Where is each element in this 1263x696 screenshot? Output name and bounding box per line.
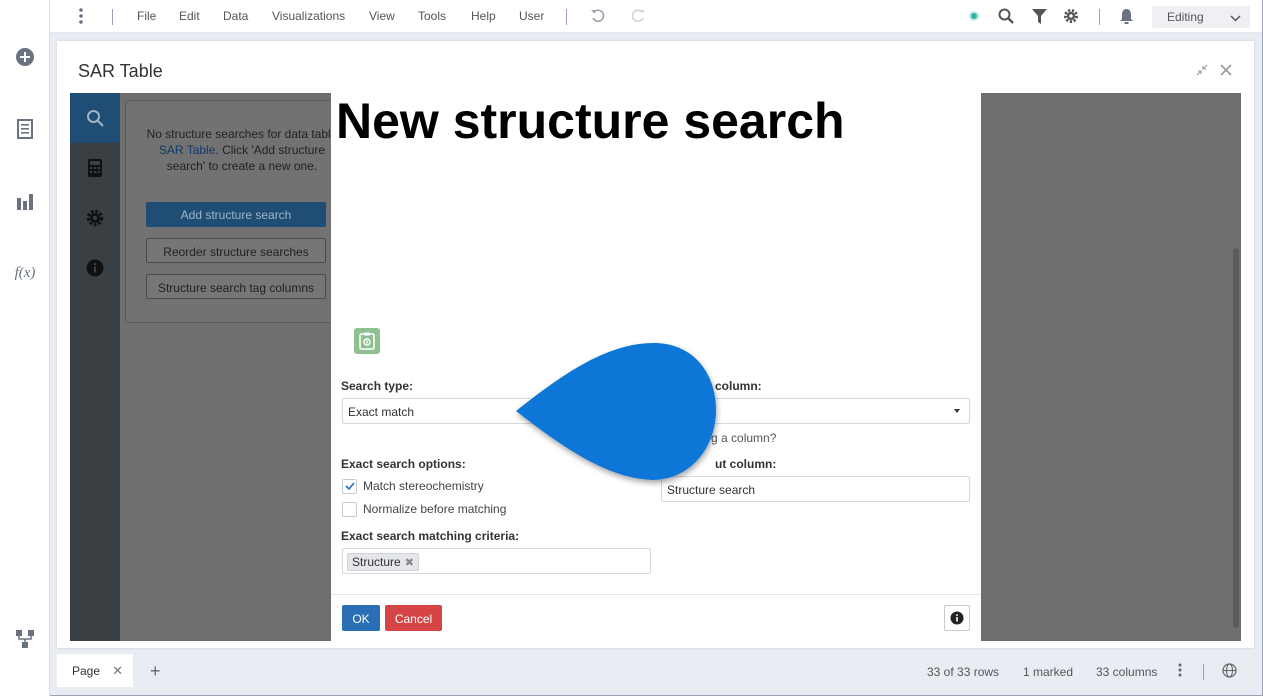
data-table-icon[interactable] [13, 117, 37, 141]
criteria-tag-label: Structure [352, 555, 401, 569]
status-bar: Page ✕ + 33 of 33 rows 1 marked 33 colum… [50, 654, 1262, 695]
paste-structure-button[interactable] [354, 328, 380, 354]
normalize-checkbox[interactable]: Normalize before matching [342, 500, 506, 518]
status-indicator-icon [966, 8, 982, 24]
chevron-down-icon [1230, 11, 1241, 25]
cancel-button[interactable]: Cancel [385, 605, 442, 631]
output-column-label: ut column: [715, 457, 777, 471]
menu-tools[interactable]: Tools [418, 9, 446, 23]
criteria-tag: Structure ✖ [347, 553, 419, 571]
tab-page[interactable]: Page ✕ [57, 654, 133, 687]
kebab-menu-icon[interactable] [73, 8, 89, 24]
filter-icon[interactable] [1031, 8, 1047, 24]
tag-columns-button[interactable]: Structure search tag columns [146, 274, 326, 299]
undo-icon[interactable] [590, 8, 606, 24]
divider [1099, 9, 1100, 25]
ok-button[interactable]: OK [342, 605, 380, 631]
panel-title: SAR Table [78, 61, 163, 81]
info-icon [950, 611, 964, 625]
menu-help[interactable]: Help [471, 9, 496, 23]
criteria-tag-input[interactable]: Structure ✖ [342, 548, 651, 574]
clipboard-icon [359, 332, 375, 350]
checkbox-checked-icon [342, 478, 357, 494]
row-count: 33 of 33 rows [927, 665, 1000, 679]
scrollbar-thumb[interactable] [1233, 248, 1239, 628]
menu-visualizations[interactable]: Visualizations [272, 9, 345, 23]
message-text: No structure searches for data table [146, 127, 338, 141]
structure-column-label: column: [715, 379, 762, 393]
globe-icon[interactable] [1222, 663, 1237, 681]
function-icon[interactable]: f(x) [13, 261, 37, 285]
search-type-value: Exact match [348, 405, 415, 419]
marked-count: 1 marked [1023, 665, 1074, 679]
add-circle-icon[interactable] [13, 45, 37, 69]
match-stereo-label: Match stereochemistry [363, 479, 484, 493]
menu-data[interactable]: Data [223, 9, 248, 23]
dialog-footer-divider [331, 594, 981, 595]
scrollbar[interactable] [1232, 93, 1241, 641]
data-table-link[interactable]: SAR Table [159, 143, 215, 157]
mode-dropdown[interactable]: Editing [1152, 6, 1250, 28]
mode-label: Editing [1167, 10, 1204, 24]
info-button[interactable] [944, 605, 970, 631]
caret-down-icon [954, 409, 960, 413]
dialog-title: New structure search [336, 93, 845, 149]
left-rail: f(x) [0, 0, 50, 696]
add-page-icon[interactable]: + [150, 661, 161, 682]
add-structure-search-button[interactable]: Add structure search [146, 202, 326, 227]
close-tab-icon[interactable]: ✕ [112, 663, 123, 679]
bar-chart-icon[interactable] [13, 189, 37, 213]
empty-message: No structure searches for data table SAR… [142, 126, 342, 174]
divider [112, 9, 113, 25]
menu-view[interactable]: View [369, 9, 395, 23]
column-count: 33 columns [1096, 665, 1158, 679]
exact-options-label: Exact search options: [341, 457, 466, 471]
tab-calculator[interactable] [70, 143, 120, 193]
side-tabs [70, 93, 120, 641]
redo-icon[interactable] [630, 8, 646, 24]
tab-search[interactable] [70, 93, 120, 143]
menu-edit[interactable]: Edit [179, 9, 200, 23]
normalize-label: Normalize before matching [363, 502, 507, 516]
reorder-searches-button[interactable]: Reorder structure searches [146, 238, 326, 263]
page-tab-label: Page [72, 664, 101, 678]
remove-tag-icon[interactable]: ✖ [405, 556, 414, 569]
kebab-menu-icon[interactable] [1178, 663, 1182, 680]
tab-info[interactable] [70, 243, 120, 293]
divider [1203, 664, 1204, 680]
criteria-label: Exact search matching criteria: [341, 529, 520, 543]
menubar: File Edit Data Visualizations View Tools… [50, 0, 1262, 33]
tab-settings[interactable] [70, 193, 120, 243]
search-icon[interactable] [998, 8, 1014, 24]
divider [566, 9, 567, 25]
teardrop-marker-shape [516, 342, 716, 480]
bell-icon[interactable] [1118, 8, 1134, 24]
gear-icon[interactable] [1063, 8, 1079, 24]
close-icon[interactable] [1219, 63, 1233, 77]
structure-search-panel: No structure searches for data table SAR… [125, 100, 340, 323]
checkbox-empty-icon [342, 501, 357, 517]
workflow-icon[interactable] [13, 627, 37, 651]
search-type-label: Search type: [341, 379, 414, 393]
collapse-icon[interactable] [1195, 63, 1209, 77]
menu-user[interactable]: User [519, 9, 544, 23]
menu-file[interactable]: File [137, 9, 156, 23]
match-stereo-checkbox[interactable]: Match stereochemistry [342, 477, 484, 495]
